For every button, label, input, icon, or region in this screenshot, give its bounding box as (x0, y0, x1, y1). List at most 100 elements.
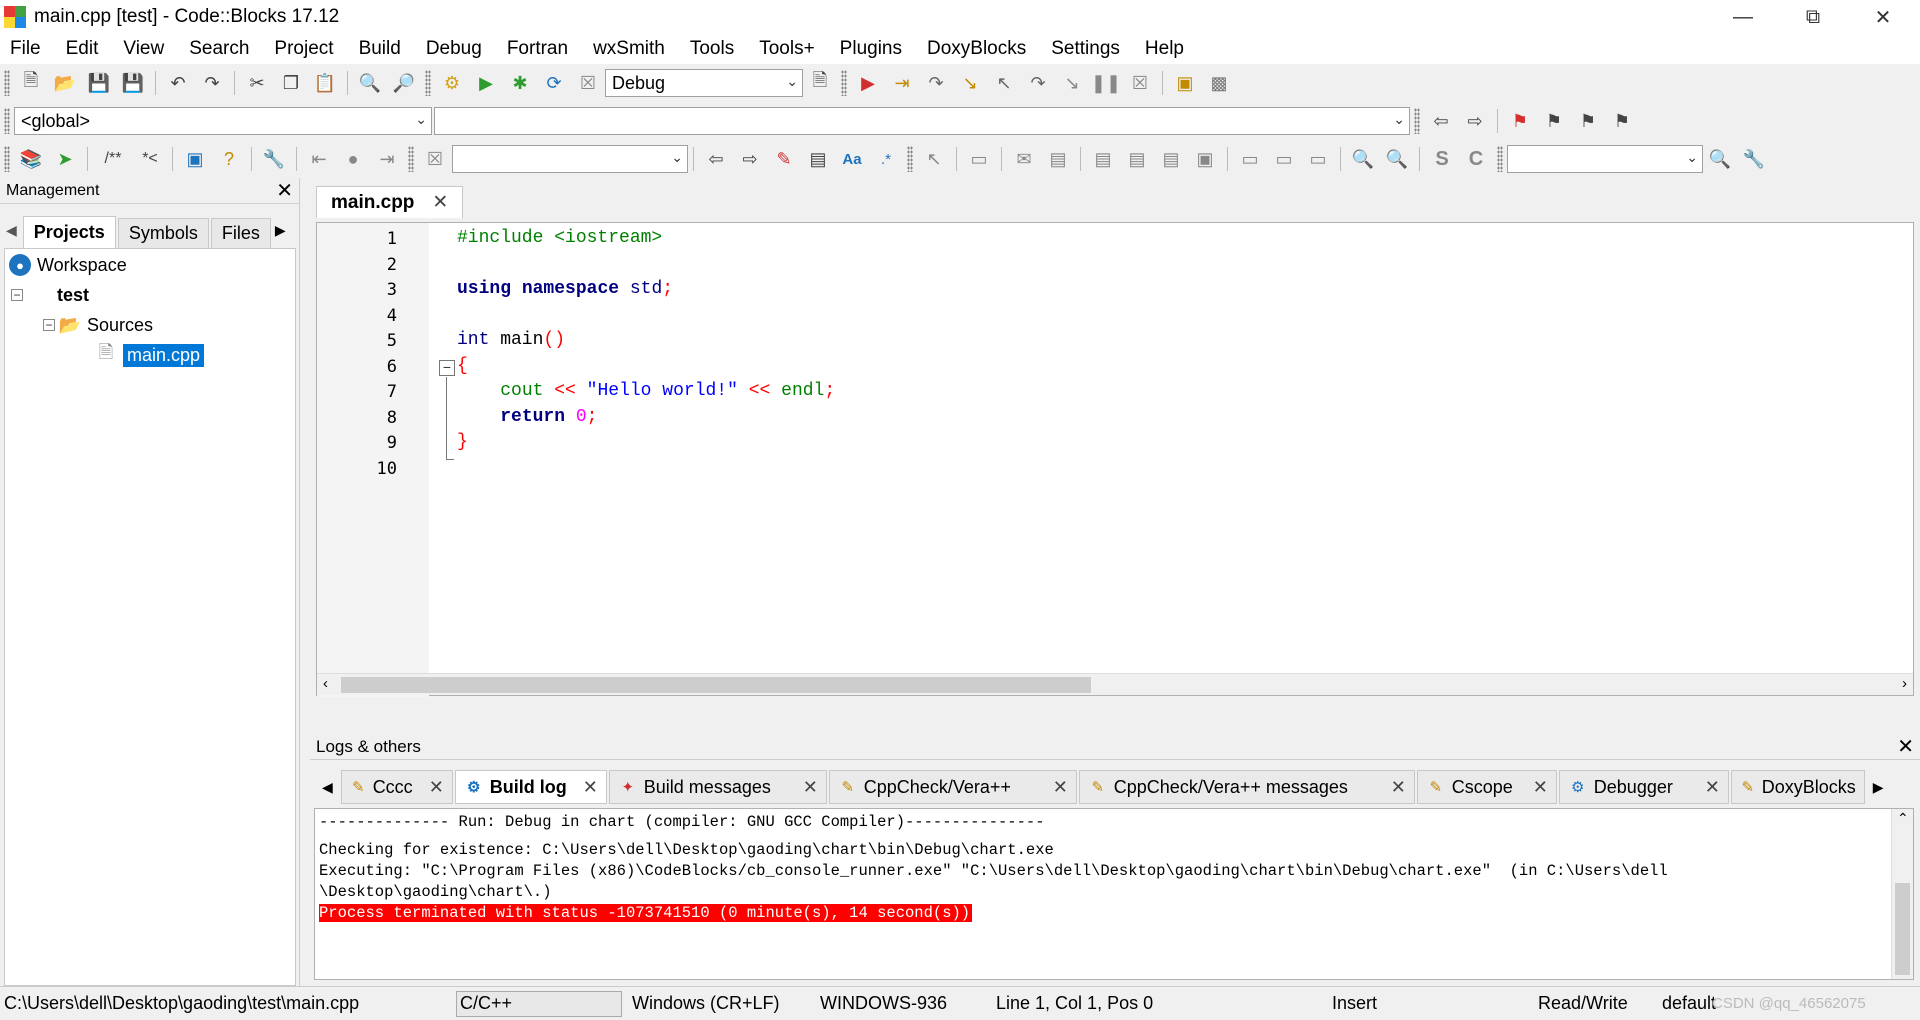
doxy-wizard-icon[interactable]: 📚 (17, 145, 45, 173)
search-symbol-icon[interactable]: 🔍 (1706, 145, 1734, 173)
menu-view[interactable]: View (119, 38, 164, 60)
next-bookmark-icon[interactable]: ⚑ (1574, 107, 1602, 135)
panel-1-icon[interactable]: ▤ (1089, 145, 1117, 173)
run-icon[interactable]: ▶ (472, 69, 500, 97)
vertical-scrollbar[interactable]: ⌃ (1891, 809, 1913, 979)
step-into-icon[interactable]: ↘ (956, 69, 984, 97)
restore-button[interactable]: ⧉ (1778, 0, 1848, 34)
debug-windows-icon[interactable]: ▣ (1171, 69, 1199, 97)
step-instruction-icon[interactable]: ↘ (1058, 69, 1086, 97)
build-gear-icon[interactable]: ⚙ (438, 69, 466, 97)
menu-settings[interactable]: Settings (1047, 38, 1120, 60)
search-next-icon[interactable]: ⇨ (736, 145, 764, 173)
scrollbar-thumb[interactable] (341, 677, 1091, 693)
static-box-icon[interactable]: ▭ (965, 145, 993, 173)
symbol-search-input[interactable]: ⌄ (1507, 145, 1703, 173)
open-folder-icon[interactable]: 📂 (51, 69, 79, 97)
run-to-cursor-icon[interactable]: ⇥ (888, 69, 916, 97)
highlight-icon[interactable]: ✎ (770, 145, 798, 173)
rebuild-icon[interactable]: ⟳ (540, 69, 568, 97)
cut-icon[interactable]: ✂ (243, 69, 271, 97)
wrench-icon[interactable]: 🔧 (260, 145, 288, 173)
horizontal-scrollbar[interactable]: ‹ › (317, 673, 1913, 695)
tab-debugger[interactable]: ⚙ Debugger ✕ (1558, 770, 1729, 804)
save-all-icon[interactable]: 💾 (119, 69, 147, 97)
doxy-extract-icon[interactable]: ➤ (51, 145, 79, 173)
clear-search-icon[interactable]: ☒ (421, 145, 449, 173)
close-icon[interactable]: ✕ (429, 777, 444, 798)
close-icon[interactable]: ✕ (1533, 777, 1548, 798)
menu-tools[interactable]: Tools (686, 38, 734, 60)
editor-tab-main-cpp[interactable]: main.cpp ✕ (316, 186, 464, 218)
menu-doxyblocks[interactable]: DoxyBlocks (923, 38, 1026, 60)
pointer-icon[interactable]: ↖ (920, 145, 948, 173)
tab-projects[interactable]: Projects (22, 216, 116, 248)
line-comment-icon[interactable]: *< (136, 145, 164, 173)
sizer-3-icon[interactable]: ▭ (1304, 145, 1332, 173)
fold-collapse-icon[interactable]: − (439, 360, 455, 376)
clear-bookmarks-icon[interactable]: ⚑ (1608, 107, 1636, 135)
incremental-search-input[interactable]: ⌄ (452, 145, 688, 173)
panel-3-icon[interactable]: ▤ (1157, 145, 1185, 173)
zoom-in-icon[interactable]: 🔍 (1349, 145, 1377, 173)
scrollbar-thumb[interactable] (1895, 883, 1910, 975)
menu-tools-plus[interactable]: Tools+ (755, 38, 814, 60)
help-icon[interactable]: ? (215, 145, 243, 173)
tabs-scroll-right-icon[interactable]: ▶ (1873, 779, 1884, 796)
menu-help[interactable]: Help (1141, 38, 1184, 60)
build-target-select[interactable]: Debug ⌄ (605, 69, 803, 97)
prev-bookmark-icon[interactable]: ⚑ (1540, 107, 1568, 135)
abort-icon[interactable]: ☒ (574, 69, 602, 97)
regex-icon[interactable]: .* (872, 145, 900, 173)
prev-change-icon[interactable]: ⇤ (305, 145, 333, 173)
search-prev-icon[interactable]: ⇦ (702, 145, 730, 173)
minimize-button[interactable]: — (1708, 0, 1778, 34)
debug-info-icon[interactable]: ▩ (1205, 69, 1233, 97)
tabs-scroll-right-icon[interactable]: ▶ (275, 222, 286, 239)
collapse-icon[interactable]: − (11, 289, 23, 301)
menu-build[interactable]: Build (355, 38, 401, 60)
sizer-2-icon[interactable]: ▭ (1270, 145, 1298, 173)
close-icon[interactable]: ✕ (583, 777, 598, 798)
tab-cccc[interactable]: ✎ Cccc ✕ (340, 770, 453, 804)
html-docs-icon[interactable]: ▣ (181, 145, 209, 173)
menu-wxsmith[interactable]: wxSmith (589, 38, 665, 60)
tab-build-log[interactable]: ⚙ Build log ✕ (454, 770, 607, 804)
sizer-1-icon[interactable]: ▭ (1236, 145, 1264, 173)
symbol-c-icon[interactable]: C (1462, 145, 1490, 173)
menu-search[interactable]: Search (185, 38, 249, 60)
panel-4-icon[interactable]: ▣ (1191, 145, 1219, 173)
menu-fortran[interactable]: Fortran (503, 38, 568, 60)
menu-project[interactable]: Project (270, 38, 333, 60)
function-select[interactable]: ⌄ (434, 107, 1410, 135)
debug-run-icon[interactable]: ▶ (854, 69, 882, 97)
tab-cppcheck[interactable]: ✎ CppCheck/Vera++ ✕ (828, 770, 1077, 804)
tabs-scroll-left-icon[interactable]: ◀ (6, 222, 17, 239)
build-and-run-icon[interactable]: ✱ (506, 69, 534, 97)
tree-project-test[interactable]: − test (11, 281, 89, 309)
next-instruction-icon[interactable]: ↷ (1024, 69, 1052, 97)
code-editor[interactable]: 1 2 3 4 5 6 7 8 9 10 − #include <iostrea… (316, 222, 1914, 697)
bullet-icon[interactable]: ● (339, 145, 367, 173)
target-options-icon[interactable]: 🗎 (806, 69, 834, 97)
menu-plugins[interactable]: Plugins (836, 38, 902, 60)
menu-file[interactable]: File (6, 38, 41, 60)
match-case-icon[interactable]: Aa (838, 145, 866, 173)
close-icon[interactable]: ✕ (1705, 777, 1720, 798)
close-icon[interactable]: ✕ (432, 191, 448, 214)
symbol-s-icon[interactable]: S (1428, 145, 1456, 173)
tree-folder-sources[interactable]: − 📂 Sources (43, 311, 153, 339)
close-window-button[interactable]: ✕ (1848, 0, 1918, 34)
text-icon[interactable]: ▤ (1044, 145, 1072, 173)
panel-2-icon[interactable]: ▤ (1123, 145, 1151, 173)
close-icon[interactable]: ✕ (803, 777, 818, 798)
redo-icon[interactable]: ↷ (198, 69, 226, 97)
tab-build-messages[interactable]: ✦ Build messages ✕ (608, 770, 827, 804)
tree-workspace[interactable]: ● Workspace (9, 251, 127, 279)
tab-cppcheck-messages[interactable]: ✎ CppCheck/Vera++ messages ✕ (1078, 770, 1415, 804)
close-icon[interactable]: ✕ (276, 178, 293, 203)
close-icon[interactable]: ✕ (1391, 777, 1406, 798)
jump-back-icon[interactable]: ⇦ (1427, 107, 1455, 135)
scroll-up-icon[interactable]: ⌃ (1897, 811, 1909, 828)
scroll-right-icon[interactable]: › (1902, 675, 1907, 692)
